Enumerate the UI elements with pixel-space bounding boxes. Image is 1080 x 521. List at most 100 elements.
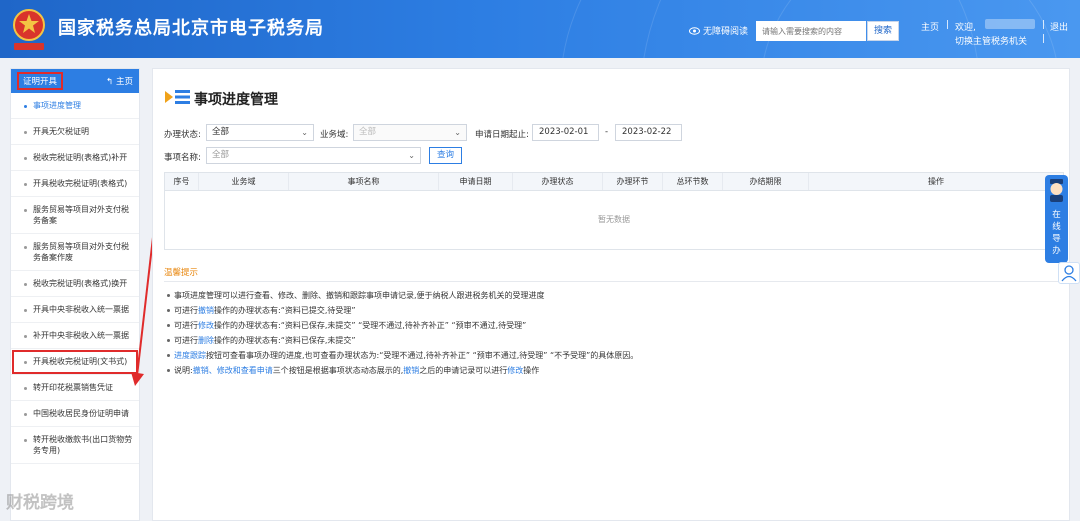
col-header: 序号 bbox=[165, 173, 199, 190]
date-from-input[interactable]: 2023-02-01 bbox=[532, 124, 599, 141]
person-icon bbox=[1061, 265, 1077, 282]
search-input[interactable] bbox=[756, 21, 866, 41]
status-select-value: 全部 bbox=[212, 127, 230, 137]
tip-keyword: 撤销 bbox=[198, 306, 214, 315]
header-separator: | bbox=[1042, 20, 1046, 30]
switch-org-link[interactable]: 切换主管税务机关 bbox=[955, 34, 1027, 47]
tip-text: 可进行 bbox=[174, 321, 198, 330]
sidebar-item[interactable]: 中国税收居民身份证明申请 bbox=[11, 401, 139, 427]
item-name-select[interactable]: 全部 ⌄ bbox=[206, 147, 421, 164]
sidebar: 证明开具 ↰ 主页 事项进度管理 开具无欠税证明 税收完税证明(表格式)补开 开具税收… bbox=[10, 68, 140, 521]
sidebar-menu: 事项进度管理 开具无欠税证明 税收完税证明(表格式)补开 开具税收完税证明(表格式) 服… bbox=[11, 93, 139, 464]
tip-item: 进度跟踪按钮可查看事项办理的进度,也可查看办理状态为:“受理不通过,待补齐补正”… bbox=[164, 348, 638, 363]
domain-label: 业务域: bbox=[320, 130, 349, 140]
sidebar-header: 证明开具 ↰ 主页 bbox=[11, 69, 139, 93]
sidebar-item[interactable]: 补开中央非税收入统一票据 bbox=[11, 323, 139, 349]
sidebar-item[interactable]: 事项进度管理 bbox=[11, 93, 139, 119]
sidebar-item[interactable]: 税收完税证明(表格式)换开 bbox=[11, 271, 139, 297]
sidebar-active-menu[interactable]: 证明开具 bbox=[17, 72, 64, 90]
welcome-text: 欢迎, bbox=[955, 23, 976, 33]
tip-text: 三个按钮是根据事项状态动态展示的, bbox=[272, 366, 404, 375]
col-header: 事项名称 bbox=[289, 173, 439, 190]
watermark-text: 财税跨境 bbox=[6, 493, 74, 513]
tips-divider bbox=[164, 281, 1064, 282]
tip-keyword: 撤销 bbox=[403, 366, 420, 375]
status-select[interactable]: 全部 ⌄ bbox=[206, 124, 314, 141]
table-empty-text: 暂无数据 bbox=[598, 215, 630, 224]
accessibility-link[interactable]: 无障碍阅读 bbox=[689, 24, 748, 37]
sidebar-item[interactable]: 服务贸易等项目对外支付税务备案作废 bbox=[11, 234, 139, 271]
tip-keyword: 修改 bbox=[198, 321, 214, 330]
top-header: 国家税务总局北京市电子税务局 无障碍阅读 搜索 主页 | 欢迎, 切换主管税务机… bbox=[0, 0, 1080, 58]
tips-list: 事项进度管理可以进行查看、修改、删除、撤销和跟踪事项申请记录,便于纳税人跟进税务… bbox=[164, 288, 638, 378]
tip-item: 说明:撤销、修改和查看申请三个按钮是根据事项状态动态展示的,撤销之后的申请记录可… bbox=[164, 363, 638, 378]
col-header: 申请日期 bbox=[439, 173, 513, 190]
sidebar-item[interactable]: 开具税收完税证明(文书式) bbox=[11, 349, 139, 375]
chevron-down-icon: ⌄ bbox=[454, 128, 461, 137]
tax-emblem-icon bbox=[13, 9, 45, 50]
col-header: 办结期限 bbox=[723, 173, 809, 190]
date-range-label: 申请日期起止: bbox=[475, 130, 529, 140]
tip-text: 操作的办理状态有:“资料已保存,未提交” “受理不通过,待补齐补正” “预审不通… bbox=[214, 321, 527, 330]
header-home-link[interactable]: 主页 bbox=[921, 20, 939, 33]
user-service-icon[interactable] bbox=[1058, 262, 1080, 284]
tip-text: 可进行 bbox=[174, 306, 198, 315]
main-panel: 事项进度管理 办理状态: 全部 ⌄ 业务域: 全部 ⌄ 申请日期起止: 2023… bbox=[152, 68, 1070, 521]
sidebar-home-link[interactable]: ↰ 主页 bbox=[106, 75, 133, 87]
col-header: 业务域 bbox=[199, 173, 289, 190]
col-header: 操作 bbox=[928, 177, 944, 186]
records-table: 序号 业务域 事项名称 申请日期 办理状态 办理环节 总环节数 办结期限 操作 … bbox=[164, 172, 1064, 250]
date-to-input[interactable]: 2023-02-22 bbox=[615, 124, 682, 141]
tip-text: 操作的办理状态有:“资料已提交,待受理” bbox=[214, 306, 356, 315]
logout-link[interactable]: 退出 bbox=[1050, 20, 1068, 33]
tip-text: 按钮可查看事项办理的进度,也可查看办理状态为:“受理不通过,待补齐补正” “预审… bbox=[206, 351, 639, 360]
query-button[interactable]: 查询 bbox=[429, 147, 462, 164]
tip-text: 操作的办理状态有:“资料已保存,未提交” bbox=[214, 336, 356, 345]
service-agent-icon bbox=[1050, 179, 1063, 202]
tip-item: 可进行修改操作的办理状态有:“资料已保存,未提交” “受理不通过,待补齐补正” … bbox=[164, 318, 638, 333]
header-separator: | bbox=[1042, 34, 1046, 44]
tip-keyword: 修改 bbox=[507, 366, 524, 375]
tip-keyword: 撤销、修改和查看申请 bbox=[192, 366, 273, 375]
tip-keyword: 进度跟踪 bbox=[174, 351, 206, 360]
tip-text: 可进行 bbox=[174, 336, 198, 345]
username-redacted bbox=[985, 19, 1035, 29]
col-header: 总环节数 bbox=[663, 173, 723, 190]
sidebar-item[interactable]: 服务贸易等项目对外支付税务备案 bbox=[11, 197, 139, 234]
sidebar-item[interactable]: 转开印花税票销售凭证 bbox=[11, 375, 139, 401]
chevron-down-icon: ⌄ bbox=[408, 151, 415, 160]
tip-text: 事项进度管理可以进行查看、修改、删除、撤销和跟踪事项申请记录,便于纳税人跟进税务… bbox=[174, 291, 545, 300]
online-guide-label: 在线导办 bbox=[1052, 210, 1061, 256]
item-name-select-value: 全部 bbox=[212, 150, 230, 160]
online-guide-button[interactable]: 在线导办 bbox=[1045, 175, 1068, 263]
tip-text: 之后的申请记录可以进行 bbox=[419, 366, 508, 375]
item-name-label: 事项名称: bbox=[164, 153, 201, 163]
sidebar-item[interactable]: 转开税收缴款书(出口货物劳务专用) bbox=[11, 427, 139, 464]
sidebar-item[interactable]: 开具中央非税收入统一票据 bbox=[11, 297, 139, 323]
tip-text: 说明: bbox=[174, 366, 193, 375]
domain-select[interactable]: 全部 ⌄ bbox=[353, 124, 467, 141]
col-header: 办理状态 bbox=[513, 173, 603, 190]
accessibility-label: 无障碍阅读 bbox=[703, 27, 749, 37]
tip-keyword: 删除 bbox=[198, 336, 214, 345]
page-title: 事项进度管理 bbox=[194, 92, 278, 108]
sidebar-item[interactable]: 开具税收完税证明(表格式) bbox=[11, 171, 139, 197]
tip-text: 操作 bbox=[523, 366, 540, 375]
domain-select-value: 全部 bbox=[359, 127, 377, 137]
col-header: 办理环节 bbox=[603, 173, 663, 190]
date-separator: - bbox=[605, 127, 609, 137]
search-button[interactable]: 搜索 bbox=[867, 21, 899, 41]
tips-title: 温馨提示 bbox=[164, 268, 199, 278]
back-arrow-icon: ↰ bbox=[106, 77, 114, 87]
sidebar-home-label: 主页 bbox=[115, 77, 133, 87]
sidebar-item[interactable]: 税收完税证明(表格式)补开 bbox=[11, 145, 139, 171]
table-header: 序号 业务域 事项名称 申请日期 办理状态 办理环节 总环节数 办结期限 操作 bbox=[165, 173, 1063, 191]
tip-item: 事项进度管理可以进行查看、修改、删除、撤销和跟踪事项申请记录,便于纳税人跟进税务… bbox=[164, 288, 638, 303]
header-separator: | bbox=[946, 20, 950, 30]
chevron-down-icon: ⌄ bbox=[301, 128, 308, 137]
site-title: 国家税务总局北京市电子税务局 bbox=[58, 18, 324, 39]
sidebar-item[interactable]: 开具无欠税证明 bbox=[11, 119, 139, 145]
tip-item: 可进行撤销操作的办理状态有:“资料已提交,待受理” bbox=[164, 303, 638, 318]
tip-item: 可进行删除操作的办理状态有:“资料已保存,未提交” bbox=[164, 333, 638, 348]
eye-icon bbox=[689, 26, 700, 35]
